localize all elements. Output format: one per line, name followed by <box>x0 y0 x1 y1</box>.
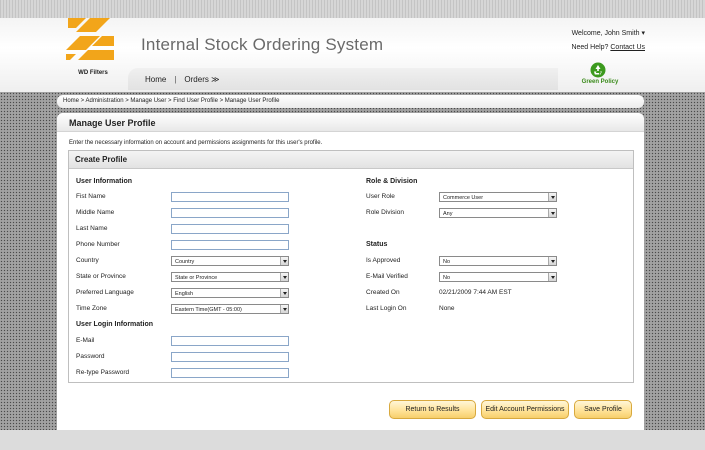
app-title: Internal Stock Ordering System <box>141 35 384 54</box>
last-login-value: None <box>439 305 455 312</box>
created-on-label: Created On <box>366 289 400 296</box>
country-value: Country <box>175 258 195 265</box>
chevron-down-icon <box>548 273 556 281</box>
box-title: Create Profile <box>69 151 633 169</box>
timezone-label: Time Zone <box>76 305 107 312</box>
return-to-results-button[interactable]: Return to Results <box>389 400 476 419</box>
language-label: Preferred Language <box>76 289 134 296</box>
middle-name-label: Middle Name <box>76 209 115 216</box>
last-name-input[interactable] <box>171 224 289 234</box>
first-name-input[interactable] <box>171 192 289 202</box>
role-division-select[interactable]: Any <box>439 208 557 218</box>
is-approved-select[interactable]: No <box>439 256 557 266</box>
retype-password-input[interactable] <box>171 368 289 378</box>
phone-input[interactable] <box>171 240 289 250</box>
email-verified-label: E-Mail Verified <box>366 273 408 280</box>
chevron-down-icon <box>548 257 556 265</box>
middle-name-input[interactable] <box>171 208 289 218</box>
save-profile-button[interactable]: Save Profile <box>574 400 632 419</box>
country-select[interactable]: Country <box>171 256 289 266</box>
login-info-heading: User Login Information <box>76 321 153 328</box>
state-label: State or Province <box>76 273 126 280</box>
email-verified-value: No <box>443 274 451 281</box>
page-title: Manage User Profile <box>57 113 644 132</box>
state-value: State or Province <box>175 274 218 281</box>
nav-home[interactable]: Home <box>145 75 166 84</box>
role-division-value: Any <box>443 210 453 217</box>
last-login-label: Last Login On <box>366 305 407 312</box>
state-select[interactable]: State or Province <box>171 272 289 282</box>
user-role-value: Commerce User <box>443 194 484 201</box>
password-input[interactable] <box>171 352 289 362</box>
is-approved-label: Is Approved <box>366 257 401 264</box>
chevron-down-icon <box>280 289 288 297</box>
email-verified-select[interactable]: No <box>439 272 557 282</box>
main-panel: Manage User Profile Enter the necessary … <box>57 113 644 430</box>
role-division-label: Role Division <box>366 209 404 216</box>
page-intro: Enter the necessary information on accou… <box>69 140 323 146</box>
language-select[interactable]: English <box>171 288 289 298</box>
welcome-user-menu[interactable]: Welcome, John Smith ▾ <box>572 29 645 37</box>
chevron-down-icon <box>548 209 556 217</box>
chevron-down-icon <box>280 305 288 313</box>
created-on-value: 02/21/2009 7:44 AM EST <box>439 289 512 296</box>
last-name-label: Last Name <box>76 225 108 232</box>
user-role-select[interactable]: Commerce User <box>439 192 557 202</box>
footer <box>0 430 705 450</box>
chevron-down-icon <box>548 193 556 201</box>
user-info-heading: User Information <box>76 178 133 185</box>
contact-us-link[interactable]: Contact Us <box>610 44 645 51</box>
help-prefix: Need Help? <box>571 44 609 51</box>
logo-text: WD Filters <box>78 70 108 76</box>
phone-label: Phone Number <box>76 241 120 248</box>
create-profile-box: Create Profile User Information Fist Nam… <box>68 150 634 383</box>
nav-separator: | <box>174 75 177 84</box>
language-value: English <box>175 290 194 297</box>
role-heading: Role & Division <box>366 178 418 185</box>
is-approved-value: No <box>443 258 451 265</box>
password-label: Password <box>76 353 105 360</box>
chevron-down-icon <box>280 257 288 265</box>
timezone-value: Eastern Time(GMT - 05:00) <box>175 306 242 313</box>
main-nav: Home | Orders ≫ <box>145 75 219 84</box>
email-label: E-Mail <box>76 337 95 344</box>
email-input[interactable] <box>171 336 289 346</box>
user-role-label: User Role <box>366 193 395 200</box>
nav-orders[interactable]: Orders ≫ <box>184 75 219 84</box>
edit-account-permissions-button[interactable]: Edit Account Permissions <box>481 400 569 419</box>
timezone-select[interactable]: Eastern Time(GMT - 05:00) <box>171 304 289 314</box>
country-label: Country <box>76 257 99 264</box>
status-heading: Status <box>366 241 388 248</box>
green-policy-link[interactable]: Green Policy <box>579 79 621 85</box>
recycle-icon[interactable] <box>590 62 606 78</box>
chevron-down-icon <box>280 273 288 281</box>
first-name-label: Fist Name <box>76 193 106 200</box>
breadcrumb[interactable]: Home > Administration > Manage User > Fi… <box>57 95 644 108</box>
retype-password-label: Re-type Password <box>76 369 130 376</box>
help-text: Need Help? Contact Us <box>571 44 645 51</box>
wd-filters-logo[interactable] <box>66 16 116 64</box>
